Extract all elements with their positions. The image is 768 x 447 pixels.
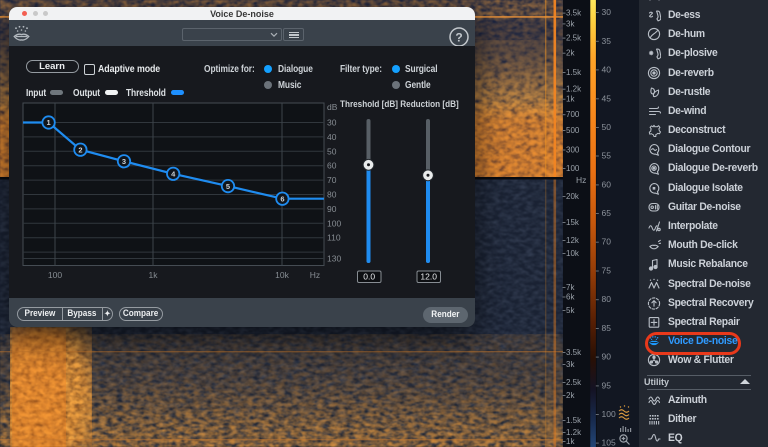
svg-text:1: 1 [47,118,51,127]
svg-text:130: 130 [327,254,341,264]
svg-text:95: 95 [602,380,612,390]
svg-text:300: 300 [566,146,580,155]
svg-text:90: 90 [327,204,337,214]
svg-text:2k: 2k [566,391,575,400]
svg-text:1.2k: 1.2k [566,428,582,437]
svg-text:10k: 10k [566,249,580,258]
svg-text:0.0: 0.0 [363,272,375,282]
svg-text:110: 110 [327,233,341,243]
svg-text:Threshold [dB]: Threshold [dB] [340,98,398,109]
svg-text:6k: 6k [566,293,575,302]
svg-text:3: 3 [122,157,126,166]
svg-text:1.5k: 1.5k [566,416,582,425]
svg-text:40: 40 [327,132,337,142]
svg-text:65: 65 [602,208,612,218]
svg-text:20k: 20k [566,192,580,201]
svg-text:2.5k: 2.5k [566,34,582,43]
svg-text:7k: 7k [566,283,575,292]
svg-text:dB: dB [327,102,338,112]
svg-text:12k: 12k [566,236,580,245]
svg-text:100: 100 [566,164,580,173]
svg-text:100: 100 [327,218,341,228]
svg-text:70: 70 [602,237,612,247]
svg-text:5: 5 [226,182,230,191]
svg-text:10k: 10k [275,270,289,280]
svg-text:45: 45 [602,93,612,103]
svg-text:Reduction [dB]: Reduction [dB] [400,98,458,109]
svg-text:60: 60 [602,179,612,189]
svg-text:1k: 1k [149,270,159,280]
svg-text:3k: 3k [566,19,575,28]
svg-text:500: 500 [566,126,580,135]
svg-text:70: 70 [327,175,337,185]
svg-text:75: 75 [602,266,612,276]
svg-text:3.5k: 3.5k [566,348,582,357]
svg-text:50: 50 [327,146,337,156]
svg-text:30: 30 [327,118,337,128]
svg-text:100: 100 [602,409,616,419]
svg-text:100: 100 [48,270,62,280]
svg-text:40: 40 [602,64,612,74]
svg-text:1.5k: 1.5k [566,68,582,77]
svg-text:55: 55 [602,151,612,161]
svg-text:2.5k: 2.5k [566,378,582,387]
svg-text:1k: 1k [566,95,575,104]
svg-text:6: 6 [280,194,284,203]
svg-text:12.0: 12.0 [420,272,437,282]
svg-text:3k: 3k [566,360,575,369]
svg-text:1k: 1k [566,437,575,446]
svg-text:2k: 2k [566,49,575,58]
svg-text:105: 105 [602,438,616,447]
svg-text:3.5k: 3.5k [566,9,582,18]
svg-text:15k: 15k [566,218,580,227]
svg-text:30: 30 [602,7,612,17]
svg-text:2: 2 [78,145,82,154]
svg-text:1.2k: 1.2k [566,85,582,94]
svg-text:700: 700 [566,110,580,119]
svg-text:Hz: Hz [310,270,320,280]
svg-text:Hz: Hz [576,175,586,185]
svg-text:50: 50 [602,122,612,132]
svg-text:35: 35 [602,36,612,46]
svg-text:5k: 5k [566,306,575,315]
svg-text:80: 80 [602,294,612,304]
svg-text:85: 85 [602,323,612,333]
svg-text:90: 90 [602,352,612,362]
svg-text:60: 60 [327,161,337,171]
svg-text:80: 80 [327,190,337,200]
